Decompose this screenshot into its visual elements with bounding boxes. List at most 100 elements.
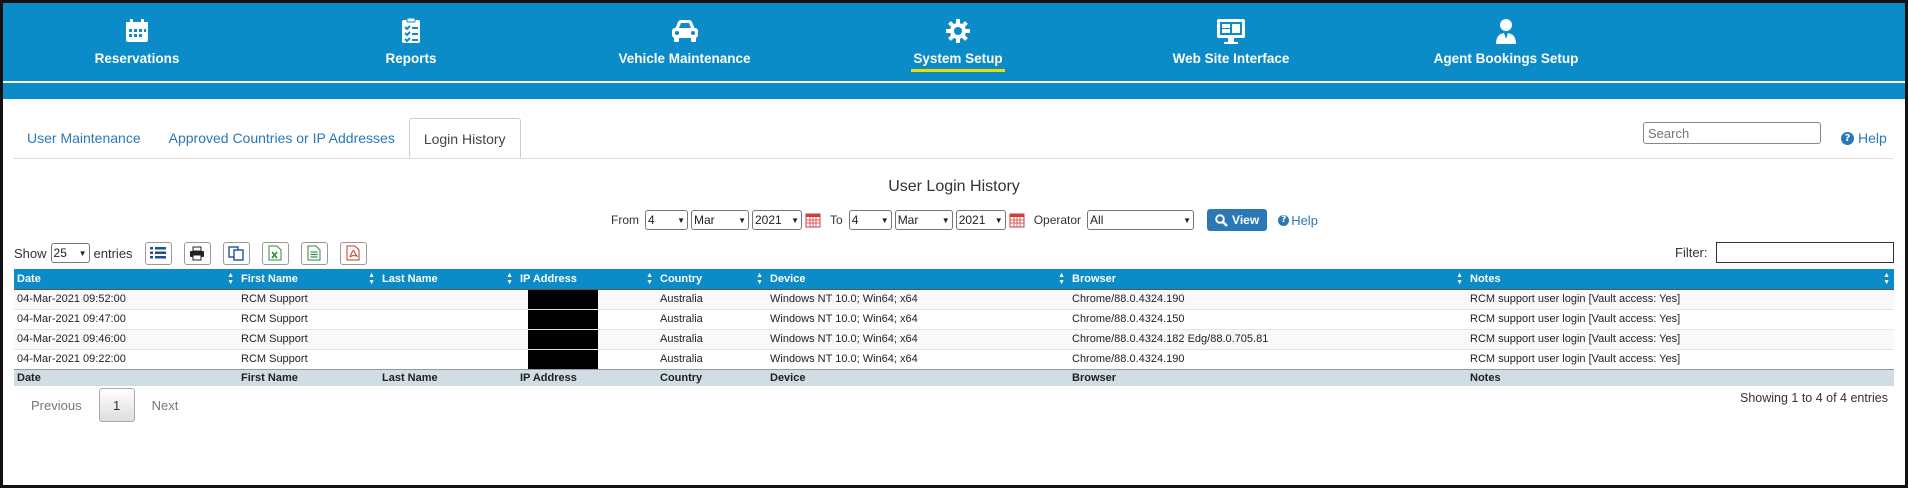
to-year-select[interactable]: 2021 ▼ [955,210,1006,230]
previous-page-button[interactable]: Previous [14,398,99,413]
question-icon: ? [1841,131,1854,145]
chevron-down-icon: ▼ [994,215,1003,225]
cell-last-name [379,308,517,329]
calendar-picker-icon[interactable] [805,212,821,228]
column-header-first-name[interactable]: First Name ▲ ▼ [238,269,379,290]
sort-icon: ▲ ▼ [227,272,234,286]
question-icon: ? [1278,214,1290,226]
print-icon [190,246,205,260]
copy-icon [228,245,244,261]
tab-user-maintenance[interactable]: User Maintenance [13,118,155,158]
csv-icon [307,245,321,261]
footer-country: Country [657,368,767,386]
sort-icon: ▲ ▼ [1058,272,1065,286]
nav-agent-bookings-setup[interactable]: Agent Bookings Setup [1433,3,1579,81]
cell-date: 04-Mar-2021 09:22:00 [14,348,238,369]
footer-ip-address: IP Address [517,368,657,386]
excel-button[interactable] [261,241,289,265]
from-label: From [611,213,639,227]
table-row: 04-Mar-2021 09:52:00 RCM Support Austral… [14,288,1894,309]
filter-help-link[interactable]: ? Help [1278,213,1318,228]
operator-select[interactable]: All ▼ [1087,210,1195,230]
from-day-select[interactable]: 4 ▼ [645,210,688,230]
chevron-down-icon: ▼ [78,248,87,258]
cell-browser: Chrome/88.0.4324.190 [1069,288,1467,309]
sort-icon: ▲ ▼ [646,272,653,286]
from-day-value: 4 [648,213,655,227]
active-nav-underline [911,69,1005,72]
table-header-row: Date ▲ ▼ First Name ▲ ▼ Last Name ▲ ▼ IP Addre… [14,269,1894,290]
csv-button[interactable] [300,241,328,265]
entries-count-select[interactable]: 25 ▼ [50,243,90,263]
sub-nav-bar [3,83,1905,99]
next-page-button[interactable]: Next [135,398,196,413]
chevron-down-icon: ▼ [677,215,685,225]
column-header-date[interactable]: Date ▲ ▼ [14,269,238,290]
date-filter-row: From 4 ▼ Mar ▼ 2021 ▼ To 4 ▼ Mar ▼ 2021 ▼ Oper… [611,209,1318,231]
nav-system-setup[interactable]: System Setup [911,3,1005,81]
copy-button[interactable] [222,241,250,265]
cell-device: Windows NT 10.0; Win64; x64 [767,328,1069,349]
page-1-button[interactable]: 1 [98,388,135,422]
cell-notes: RCM support user login [Vault access: Ye… [1467,348,1894,369]
cell-country: Australia [657,328,767,349]
monitor-icon [1215,17,1247,45]
column-header-ip-address[interactable]: IP Address ▲ ▼ [517,269,657,290]
list-icon [150,247,167,259]
from-year-select[interactable]: 2021 ▼ [752,210,802,230]
nav-vehicle-maintenance[interactable]: Vehicle Maintenance [617,3,752,81]
cell-notes: RCM support user login [Vault access: Ye… [1467,288,1894,309]
calendar-picker-icon[interactable] [1009,212,1025,228]
footer-browser: Browser [1069,368,1467,386]
column-header-country[interactable]: Country ▲ ▼ [657,269,767,290]
redacted-block [528,309,598,329]
nav-reservations[interactable]: Reservations [87,3,187,81]
app-frame: Reservations Reports Vehicle Maintenance… [0,0,1908,488]
view-button[interactable]: View [1207,209,1268,231]
chevron-down-icon: ▼ [941,215,950,225]
search-icon [1215,213,1228,227]
pdf-icon [346,245,360,261]
cell-browser: Chrome/88.0.4324.190 [1069,348,1467,369]
chevron-down-icon: ▼ [738,215,746,225]
entries-label: entries [93,245,133,261]
chevron-down-icon: ▼ [791,215,799,225]
table-footer-row: Date First Name Last Name IP Address Cou… [14,368,1894,386]
column-header-last-name[interactable]: Last Name ▲ ▼ [379,269,517,290]
pdf-button[interactable] [339,241,367,265]
to-day-value: 4 [851,213,859,227]
tab-bar: User Maintenance Approved Countries or I… [13,118,521,158]
show-label: Show [14,245,47,261]
nav-label-agent-bookings-setup: Agent Bookings Setup [1433,51,1579,66]
table-row: 04-Mar-2021 09:22:00 RCM Support Austral… [14,348,1894,369]
column-header-browser[interactable]: Browser ▲ ▼ [1069,269,1467,290]
column-header-device[interactable]: Device ▲ ▼ [767,269,1069,290]
footer-date: Date [14,368,238,386]
cell-device: Windows NT 10.0; Win64; x64 [767,308,1069,329]
sort-icon: ▲ ▼ [368,272,375,286]
table-filter-input[interactable] [1716,242,1894,263]
redacted-block [528,329,598,349]
cell-first-name: RCM Support [238,288,379,309]
nav-label-web-site-interface: Web Site Interface [1172,51,1290,66]
redacted-block [528,349,598,369]
cell-country: Australia [657,308,767,329]
to-day-select[interactable]: 4 ▼ [848,210,892,230]
car-icon [669,17,701,45]
login-history-table: Date ▲ ▼ First Name ▲ ▼ Last Name ▲ ▼ IP Addre… [14,269,1894,386]
footer-notes: Notes [1467,368,1894,386]
tab-login-history[interactable]: Login History [408,118,521,158]
print-button[interactable] [183,241,211,265]
help-link[interactable]: ? Help [1841,130,1887,146]
tab-approved-countries[interactable]: Approved Countries or IP Addresses [155,118,409,158]
from-month-select[interactable]: Mar ▼ [691,210,749,230]
column-visibility-button[interactable] [144,241,172,265]
to-month-select[interactable]: Mar ▼ [894,210,953,230]
column-header-notes[interactable]: Notes ▲ ▼ [1467,269,1894,290]
redacted-block [528,289,598,309]
calendar-icon [121,17,153,45]
search-input[interactable] [1643,122,1821,144]
footer-device: Device [767,368,1069,386]
nav-web-site-interface[interactable]: Web Site Interface [1173,3,1289,81]
nav-reports[interactable]: Reports [371,3,451,81]
